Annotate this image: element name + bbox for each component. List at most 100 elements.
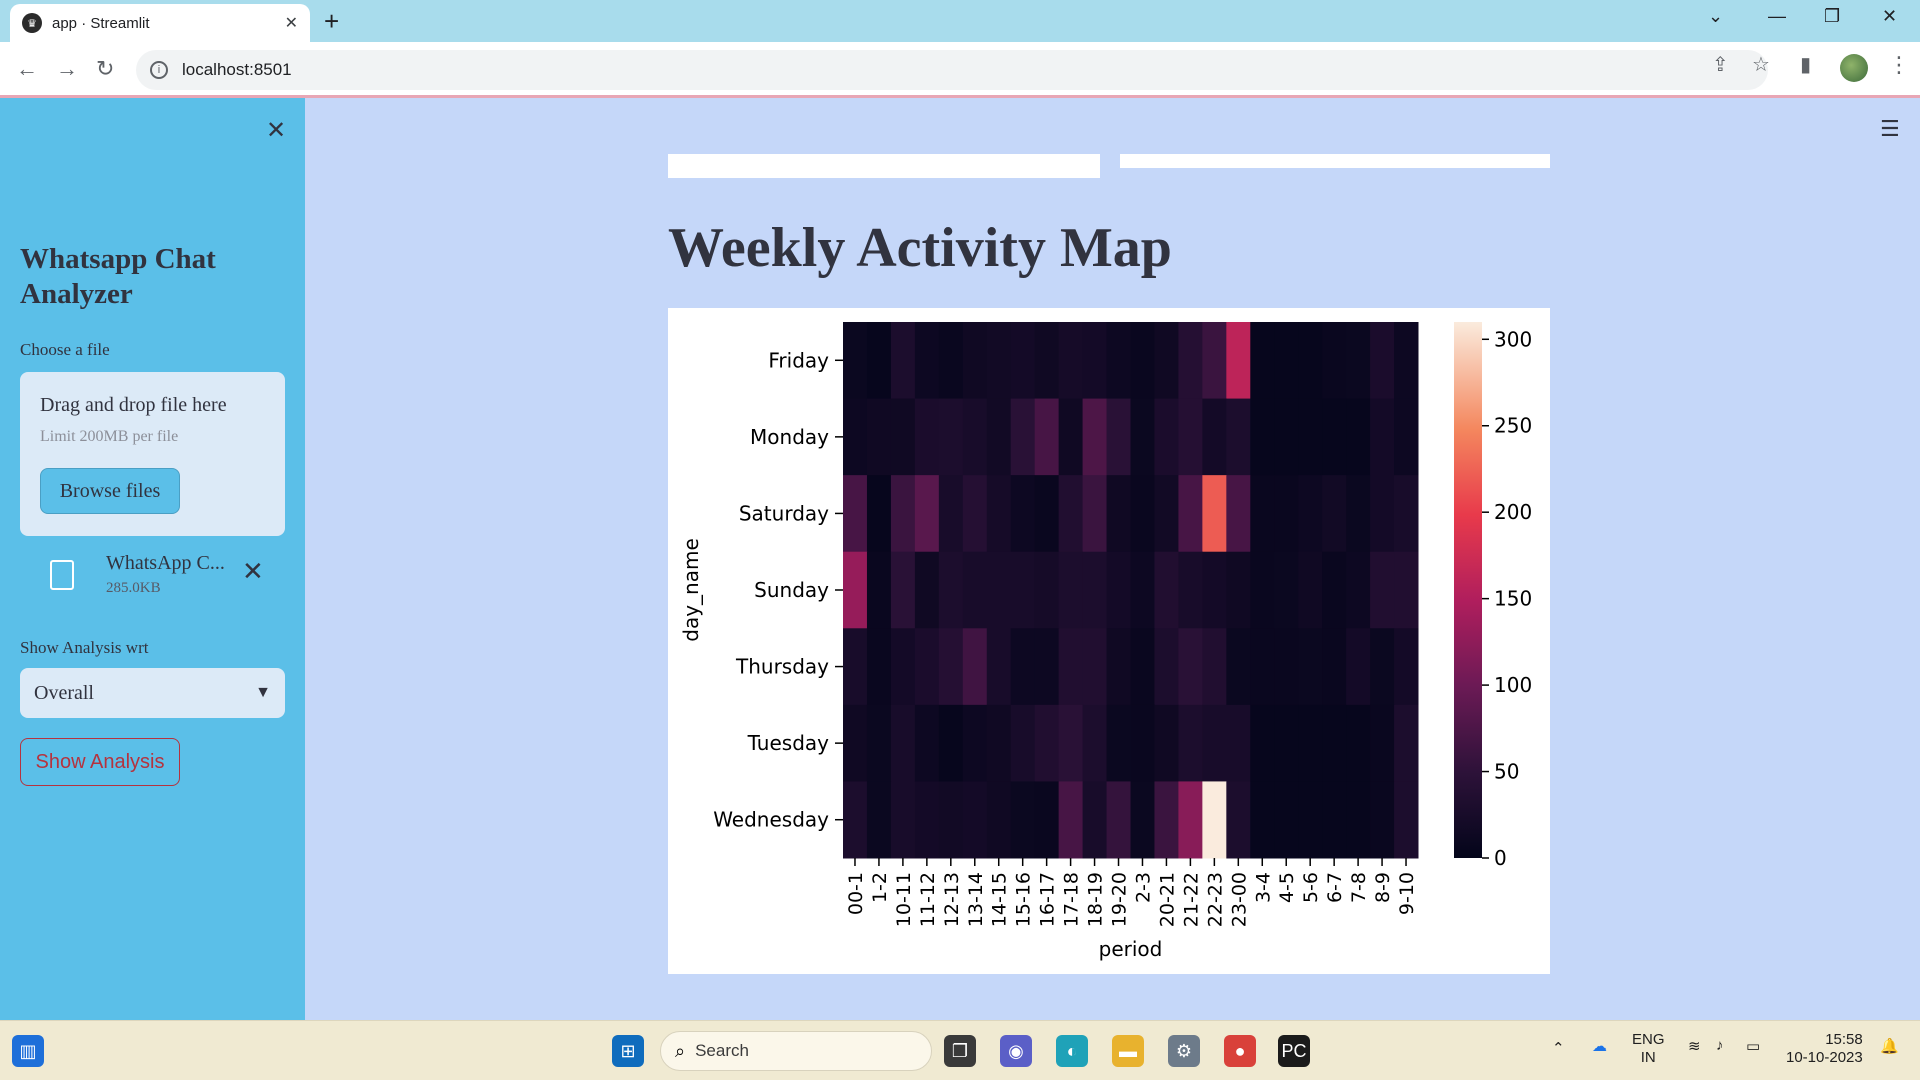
sidebar-title: Whatsapp Chat Analyzer: [20, 243, 216, 310]
forward-arrow-icon[interactable]: →: [56, 56, 78, 82]
colorbar-tick-label: 300: [1494, 327, 1532, 351]
heatmap-cell: [843, 475, 868, 553]
heatmap-cell: [1106, 781, 1131, 859]
x-tick-label: 15-16: [1013, 872, 1035, 927]
heatmap-cell: [1010, 322, 1036, 400]
browser-tab[interactable]: ♛ app · Streamlit ✕: [10, 4, 310, 42]
pycharm-icon[interactable]: PC: [1278, 1035, 1310, 1067]
heatmap-cell: [1178, 475, 1203, 553]
heatmap-cell: [962, 322, 988, 400]
heatmap-cell: [1058, 398, 1084, 476]
heatmap-cell: [890, 475, 916, 553]
url-input[interactable]: i localhost:8501: [136, 50, 1768, 90]
close-window-icon[interactable]: ✕: [1882, 6, 1897, 27]
dropzone-limit: Limit 200MB per file: [40, 428, 179, 445]
file-icon: [50, 560, 74, 590]
close-sidebar-icon[interactable]: ✕: [266, 116, 286, 145]
x-tick-label: 20-21: [1156, 872, 1178, 927]
more-options-icon[interactable]: ⋮: [1888, 52, 1910, 78]
avatar[interactable]: [1840, 54, 1868, 82]
heatmap-cell: [1322, 781, 1347, 859]
heatmap-cell: [1274, 781, 1299, 859]
heatmap-cell: [1346, 551, 1371, 629]
remove-file-icon[interactable]: ✕: [242, 556, 264, 587]
language-top: ENG: [1632, 1031, 1665, 1048]
taskbar-search[interactable]: ⌕ Search: [660, 1031, 932, 1071]
heatmap-cell: [1130, 475, 1155, 553]
uploaded-file-name: WhatsApp C...: [106, 552, 225, 574]
previous-chart-card: [668, 154, 1100, 178]
restore-icon[interactable]: ❐: [1824, 6, 1840, 27]
star-icon[interactable]: ☆: [1752, 52, 1770, 77]
file-explorer-icon[interactable]: ▬: [1112, 1035, 1144, 1067]
x-tick-label: 16-17: [1037, 872, 1059, 927]
close-icon[interactable]: ✕: [285, 13, 298, 33]
browse-files-button[interactable]: Browse files: [40, 468, 180, 514]
heatmap-cell: [866, 628, 892, 706]
language-bottom: IN: [1640, 1049, 1656, 1066]
widgets-icon[interactable]: ▥: [12, 1035, 44, 1067]
heatmap-cell: [1130, 781, 1155, 859]
heatmap-cell: [1274, 704, 1299, 782]
task-view-icon[interactable]: ❐: [944, 1035, 976, 1067]
volume-icon[interactable]: ♪: [1716, 1037, 1724, 1054]
new-tab-icon[interactable]: +: [324, 6, 339, 37]
show-analysis-button[interactable]: Show Analysis: [20, 738, 180, 786]
heatmap-cell: [843, 551, 868, 629]
heatmap-cell: [1058, 322, 1084, 400]
heatmap-cell: [1226, 398, 1251, 476]
wifi-icon[interactable]: ≋: [1688, 1037, 1701, 1055]
heatmap-cell: [890, 704, 916, 782]
colorbar-tick-label: 200: [1494, 500, 1532, 524]
teams-chat-icon[interactable]: ◉: [1000, 1035, 1032, 1067]
clock[interactable]: 15:58 10-10-2023: [1786, 1031, 1863, 1067]
start-icon[interactable]: ⊞: [612, 1035, 644, 1067]
battery-icon[interactable]: ▭: [1746, 1037, 1760, 1055]
heatmap-cell: [1274, 398, 1299, 476]
chevron-up-icon[interactable]: ⌃: [1552, 1039, 1565, 1057]
heatmap-cell: [1058, 551, 1084, 629]
settings-gear-icon[interactable]: ⚙: [1168, 1035, 1200, 1067]
analysis-select[interactable]: Overall ▼: [20, 668, 285, 718]
reload-icon[interactable]: ↻: [96, 56, 114, 82]
heatmap-cell: [986, 398, 1012, 476]
heatmap-cell: [1106, 398, 1131, 476]
heatmap-cell: [1226, 704, 1251, 782]
y-tick-label: Saturday: [739, 501, 829, 525]
heatmap-cell: [1370, 551, 1395, 629]
heatmap-cell: [1322, 628, 1347, 706]
heatmap-cell: [1274, 475, 1299, 553]
hamburger-menu-icon[interactable]: ☰: [1880, 116, 1900, 142]
back-arrow-icon[interactable]: ←: [16, 56, 38, 82]
heatmap-cell: [1394, 704, 1419, 782]
file-dropzone[interactable]: Drag and drop file here Limit 200MB per …: [20, 372, 285, 536]
previous-chart-card: [1120, 154, 1550, 168]
heatmap-cell: [986, 628, 1012, 706]
heatmap-cell: [1226, 781, 1251, 859]
heatmap-cell: [962, 551, 988, 629]
info-icon[interactable]: i: [150, 61, 168, 79]
chevron-down-icon[interactable]: ⌄: [1708, 6, 1723, 27]
heatmap-cell: [1226, 475, 1251, 553]
heatmap-cell: [1178, 704, 1203, 782]
share-icon[interactable]: ⇪: [1712, 52, 1729, 77]
x-tick-label: 17-18: [1061, 872, 1083, 927]
taskbar-search-placeholder: Search: [695, 1041, 749, 1060]
heatmap-cell: [1322, 704, 1347, 782]
side-panel-icon[interactable]: ▮: [1800, 52, 1811, 77]
heatmap-cell: [1346, 628, 1371, 706]
heatmap-cell: [1010, 398, 1036, 476]
heatmap-cell: [1058, 475, 1084, 553]
chrome-icon[interactable]: ●: [1224, 1035, 1256, 1067]
notification-bell-icon[interactable]: 🔔: [1880, 1037, 1899, 1055]
language-indicator[interactable]: ENG IN: [1632, 1031, 1665, 1067]
x-tick-label: 8-9: [1372, 872, 1394, 903]
heatmap-cell: [1058, 628, 1084, 706]
heatmap-cell: [1082, 475, 1108, 553]
minimize-icon[interactable]: —: [1768, 6, 1786, 27]
colorbar-tick-label: 250: [1494, 414, 1532, 438]
heatmap-cell: [914, 398, 940, 476]
heatmap-cell: [938, 704, 964, 782]
onedrive-icon[interactable]: ☁: [1592, 1037, 1607, 1055]
edge-icon[interactable]: ◐: [1056, 1035, 1088, 1067]
